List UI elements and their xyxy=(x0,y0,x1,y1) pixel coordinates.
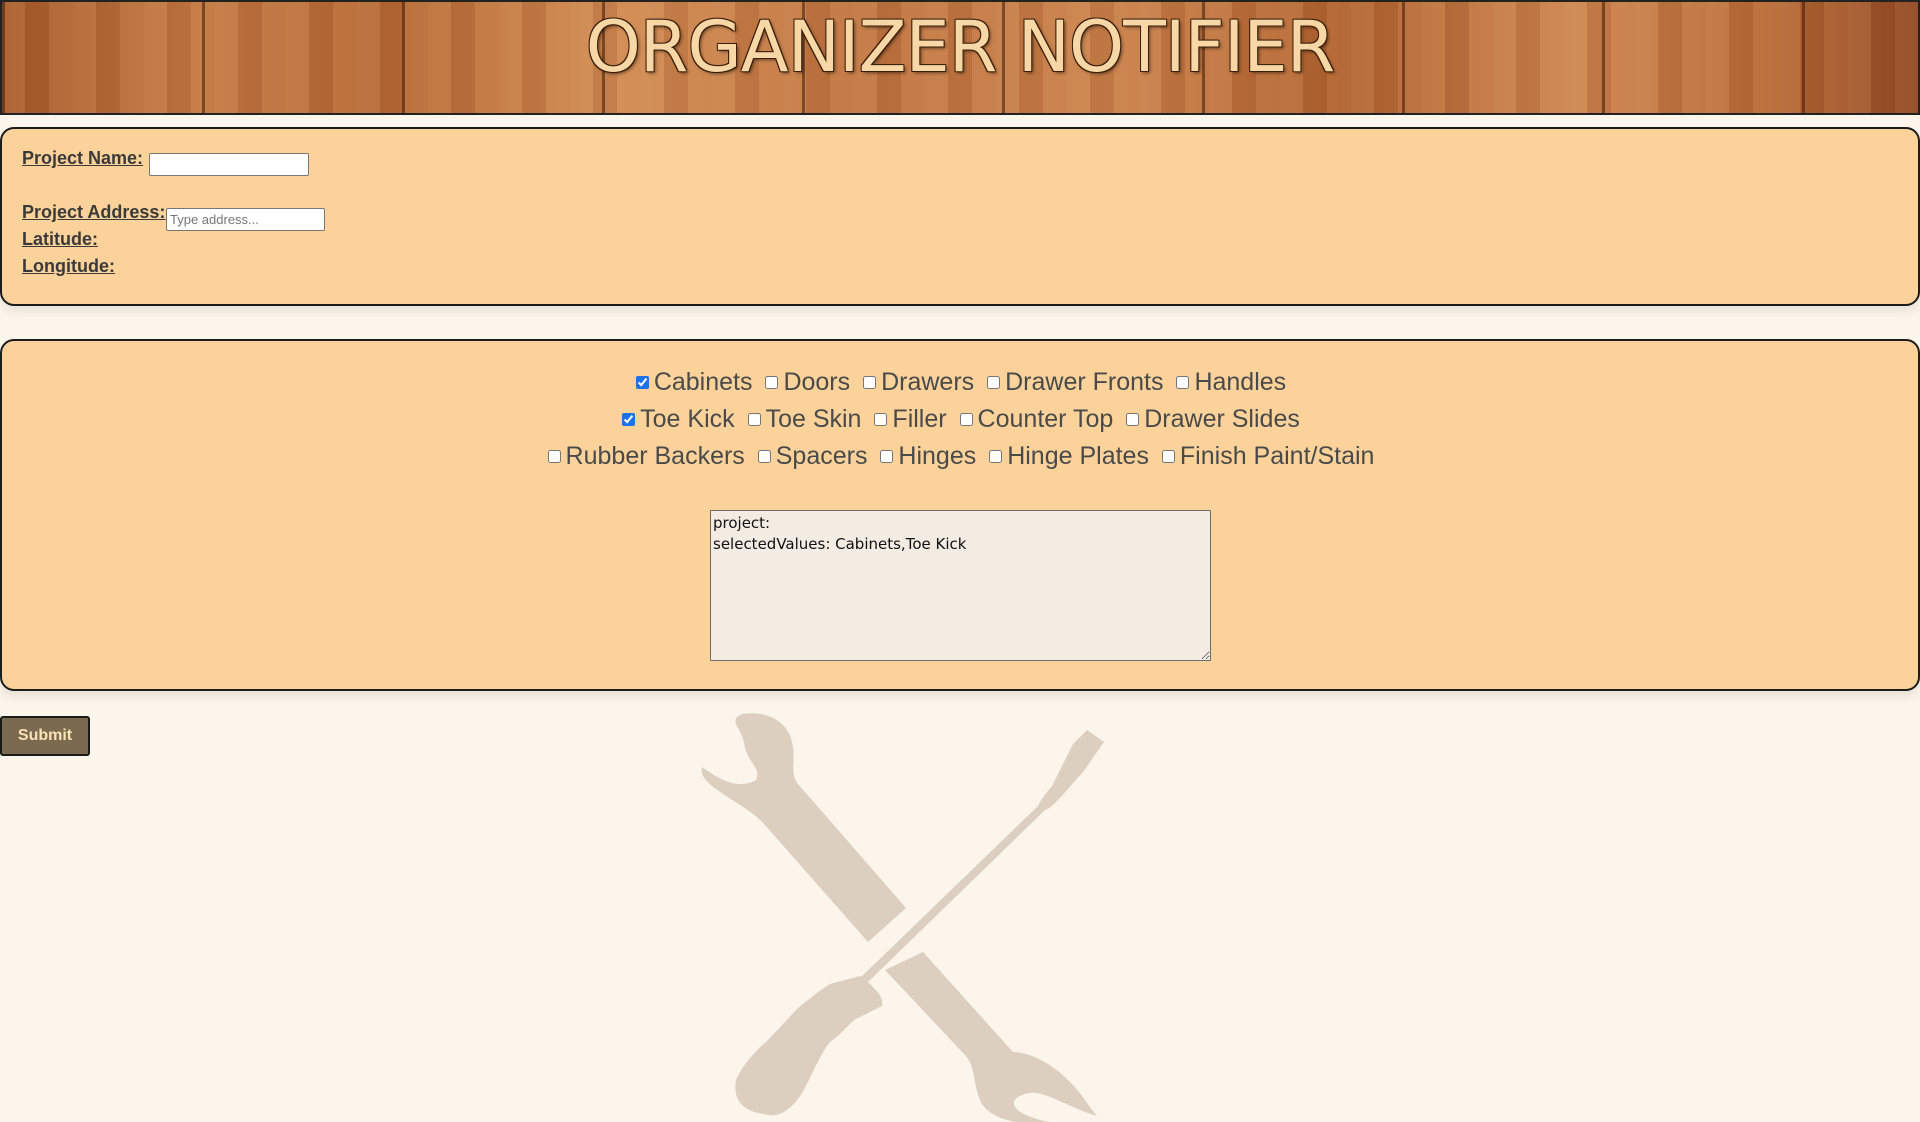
project-address-label: Project Address: xyxy=(22,202,166,222)
checkbox-handles[interactable] xyxy=(1176,376,1190,389)
submit-button[interactable]: Submit xyxy=(0,716,90,756)
checkbox-drawer-slides[interactable] xyxy=(1126,413,1140,426)
checkbox-label: Finish Paint/Stain xyxy=(1179,442,1375,470)
project-name-label: Project Name: xyxy=(22,148,144,168)
checkbox-item-toe-skin[interactable]: Toe Skin xyxy=(746,401,862,438)
checkbox-label: Rubber Backers xyxy=(565,442,745,470)
checkbox-label: Filler xyxy=(892,405,947,433)
checkbox-hinge-plates[interactable] xyxy=(989,450,1003,463)
page-title: ORGANIZER NOTIFIER xyxy=(585,6,1336,88)
header-banner: ORGANIZER NOTIFIER xyxy=(0,0,1920,115)
checkbox-doors[interactable] xyxy=(765,376,779,389)
checkbox-label: Cabinets xyxy=(653,368,753,396)
checkbox-label: Toe Skin xyxy=(765,405,862,433)
checkbox-label: Drawer Slides xyxy=(1144,405,1300,433)
items-panel: Cabinets Doors Drawers Drawer Fronts Han… xyxy=(0,339,1920,691)
checkbox-drawers[interactable] xyxy=(863,376,877,389)
checkbox-label: Drawers xyxy=(881,368,975,396)
checkbox-hinges[interactable] xyxy=(880,450,894,463)
checkbox-counter-top[interactable] xyxy=(959,413,973,426)
checkbox-item-cabinets[interactable]: Cabinets xyxy=(634,364,753,401)
checkbox-label: Counter Top xyxy=(977,405,1114,433)
checkbox-item-finish-paint-stain[interactable]: Finish Paint/Stain xyxy=(1160,438,1375,475)
checkbox-row: Toe Kick Toe Skin Filler Counter Top Dra… xyxy=(2,401,1918,438)
checkbox-finish-paint-stain[interactable] xyxy=(1161,450,1175,463)
checkbox-item-drawer-slides[interactable]: Drawer Slides xyxy=(1124,401,1300,438)
selected-values-output[interactable] xyxy=(710,510,1211,661)
checkbox-item-counter-top[interactable]: Counter Top xyxy=(958,401,1114,438)
wrench-screwdriver-icon xyxy=(701,713,1104,1122)
checkbox-label: Drawer Fronts xyxy=(1005,368,1164,396)
item-checkbox-group: Cabinets Doors Drawers Drawer Fronts Han… xyxy=(2,364,1918,475)
checkbox-label: Handles xyxy=(1194,368,1287,396)
checkbox-row: Rubber Backers Spacers Hinges Hinge Plat… xyxy=(2,438,1918,475)
longitude-label: Longitude: xyxy=(22,256,115,276)
checkbox-cabinets[interactable] xyxy=(635,376,649,389)
checkbox-row: Cabinets Doors Drawers Drawer Fronts Han… xyxy=(2,364,1918,401)
checkbox-label: Spacers xyxy=(775,442,868,470)
project-address-input[interactable] xyxy=(166,208,325,231)
checkbox-spacers[interactable] xyxy=(757,450,771,463)
checkbox-toe-kick[interactable] xyxy=(622,413,636,426)
checkbox-item-drawers[interactable]: Drawers xyxy=(861,364,974,401)
checkbox-item-toe-kick[interactable]: Toe Kick xyxy=(620,401,735,438)
checkbox-label: Toe Kick xyxy=(640,405,735,433)
checkbox-filler[interactable] xyxy=(874,413,888,426)
checkbox-item-hinge-plates[interactable]: Hinge Plates xyxy=(987,438,1149,475)
checkbox-drawer-fronts[interactable] xyxy=(987,376,1001,389)
checkbox-item-filler[interactable]: Filler xyxy=(872,401,947,438)
checkbox-item-rubber-backers[interactable]: Rubber Backers xyxy=(546,438,745,475)
checkbox-toe-skin[interactable] xyxy=(747,413,761,426)
checkbox-label: Doors xyxy=(783,368,851,396)
project-name-input[interactable] xyxy=(149,153,309,176)
checkbox-item-spacers[interactable]: Spacers xyxy=(756,438,868,475)
project-info-panel: Project Name: Project Address: Latitude:… xyxy=(0,127,1920,306)
checkbox-item-hinges[interactable]: Hinges xyxy=(878,438,976,475)
checkbox-item-drawer-fronts[interactable]: Drawer Fronts xyxy=(985,364,1163,401)
checkbox-item-doors[interactable]: Doors xyxy=(763,364,850,401)
checkbox-label: Hinge Plates xyxy=(1007,442,1149,470)
checkbox-rubber-backers[interactable] xyxy=(547,450,561,463)
checkbox-label: Hinges xyxy=(898,442,977,470)
checkbox-item-handles[interactable]: Handles xyxy=(1174,364,1286,401)
latitude-label: Latitude: xyxy=(22,229,98,249)
